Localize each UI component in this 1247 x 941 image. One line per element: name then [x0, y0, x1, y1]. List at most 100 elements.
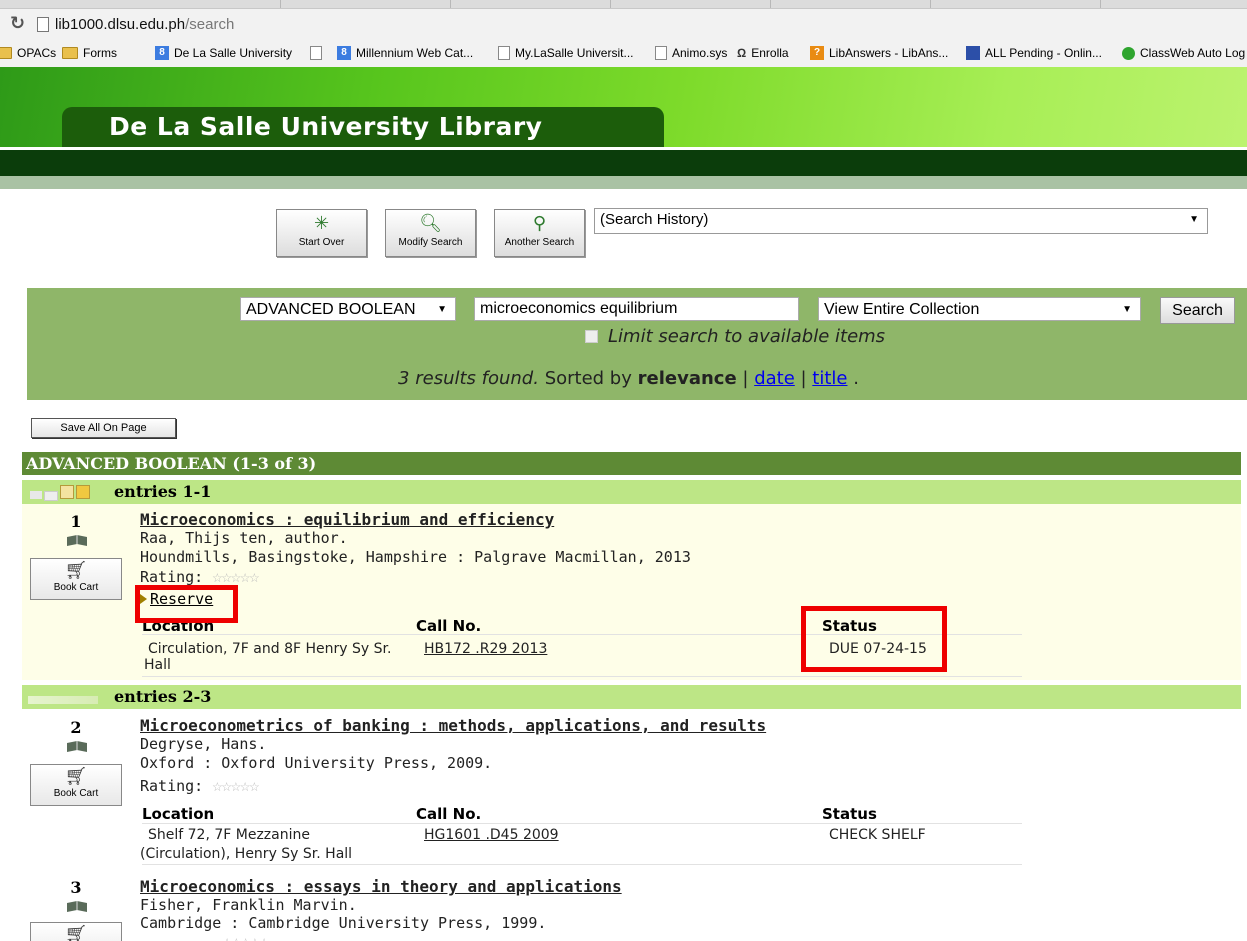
bookmark-label: LibAnswers - LibAns... — [829, 46, 949, 60]
browser-tab[interactable] — [930, 0, 1101, 8]
call-no-header: Call No. — [416, 617, 482, 635]
location-value: Circulation, 7F and 8F Henry Sy Sr. — [148, 641, 392, 657]
book-icon — [67, 535, 87, 546]
folder-icon — [0, 47, 12, 59]
app-icon — [966, 46, 980, 60]
sorted-by-label: Sorted by — [544, 368, 632, 389]
bookmark-mylasalle[interactable]: My.LaSalle Universit... — [498, 46, 633, 60]
bookmark-opacs[interactable]: OPACs — [0, 46, 56, 60]
folder-icon[interactable] — [76, 485, 90, 499]
bookmark-label: Forms — [83, 46, 117, 60]
browser-tab[interactable] — [610, 0, 771, 8]
result-title-link[interactable]: Microeconomics : equilibrium and efficie… — [140, 510, 554, 529]
page-icon — [37, 17, 49, 32]
browser-tab[interactable] — [450, 0, 611, 8]
entries-group-label: entries 2-3 — [114, 687, 212, 706]
search-query-input[interactable]: microeconomics equilibrium — [474, 297, 799, 321]
book-cart-button[interactable]: 🛒︎ Book Cart — [30, 764, 122, 806]
bookmark-classweb[interactable]: ClassWeb Auto Log — [1122, 46, 1245, 60]
bookmark-millennium[interactable]: 8 Millennium Web Cat... — [337, 46, 473, 60]
page-icon — [498, 46, 510, 60]
start-over-label: Start Over — [298, 237, 345, 248]
bookmark-label: De La Salle University — [174, 46, 293, 60]
result-number: 2 — [70, 718, 82, 737]
call-number-link[interactable]: HB172 .R29 2013 — [424, 641, 547, 657]
bookmark-animosys[interactable]: Animo.sys — [655, 46, 727, 60]
globe-icon — [1122, 46, 1135, 60]
search-history-select[interactable]: (Search History) ▼ — [594, 208, 1208, 234]
rating-stars[interactable]: ☆☆☆☆☆ — [222, 932, 269, 941]
browser-tab[interactable] — [770, 0, 931, 8]
bookmark-enrolla[interactable]: Ω Enrolla — [737, 46, 789, 60]
cart-icon: 🛒︎ — [64, 924, 88, 941]
bookmark-libanswers[interactable]: ? LibAnswers - LibAns... — [810, 46, 948, 60]
bookmark-label: ClassWeb Auto Log — [1140, 46, 1246, 60]
book-icon — [67, 741, 87, 752]
bookmark-label: My.LaSalle Universit... — [515, 46, 634, 60]
url-field[interactable]: lib1000.dlsu.edu.ph/search — [55, 16, 234, 33]
collection-scope-select[interactable]: View Entire Collection ▼ — [818, 297, 1141, 321]
result-title-link[interactable]: Microeconometrics of banking : methods, … — [140, 716, 766, 735]
result-author: Degryse, Hans. — [140, 735, 267, 753]
row-divider — [142, 676, 1022, 677]
entries-group-label: entries 1-1 — [114, 482, 212, 501]
magnifier-refresh-icon: 🔍︎ — [419, 213, 442, 234]
bookmark-label: Animo.sys — [672, 46, 728, 60]
sort-by-title-link[interactable]: title — [812, 368, 847, 389]
save-box-icon[interactable] — [60, 485, 74, 499]
bookmark-label: Millennium Web Cat... — [356, 46, 474, 60]
result-publisher: Cambridge : Cambridge University Press, … — [140, 914, 547, 932]
filler-icon — [28, 696, 98, 704]
page-icon — [655, 46, 667, 60]
sort-by-date-link[interactable]: date — [754, 368, 795, 389]
question-icon: ? — [810, 46, 824, 60]
bookmark-blank[interactable] — [310, 46, 322, 60]
book-cart-button[interactable]: 🛒︎ Book Cart — [30, 558, 122, 600]
bookmarks-bar: OPACs Forms 8 De La Salle University 8 Mil… — [0, 40, 1247, 68]
bookmark-all-pending[interactable]: ALL Pending - Onlin... — [966, 46, 1102, 60]
entries-group-bar: entries 1-1 — [22, 480, 1241, 504]
result-title-link[interactable]: Microeconomics : essays in theory and ap… — [140, 877, 622, 896]
address-bar: ↻ lib1000.dlsu.edu.ph/search — [0, 9, 1247, 40]
site-banner: De La Salle University Library — [0, 67, 1247, 147]
search-button[interactable]: Search — [1160, 297, 1235, 324]
bookmark-label: ALL Pending - Onlin... — [985, 46, 1102, 60]
rating-stars[interactable]: ☆☆☆☆☆ — [212, 567, 259, 587]
rating-label: Rating: — [140, 777, 204, 795]
book-cart-button[interactable]: 🛒︎ — [30, 922, 122, 941]
modify-search-button[interactable]: 🔍︎ Modify Search — [385, 209, 476, 257]
sort-current: relevance — [637, 368, 737, 389]
google-icon: 8 — [337, 46, 351, 60]
rating-label: Rating: — [140, 568, 204, 586]
call-no-header: Call No. — [416, 805, 482, 823]
bookmark-forms[interactable]: Forms — [62, 46, 117, 60]
site-title: De La Salle University Library — [109, 112, 543, 141]
browser-tab[interactable] — [120, 0, 281, 8]
limit-available-row: Limit search to available items — [585, 326, 885, 347]
browser-tab[interactable] — [280, 0, 451, 8]
browser-tab-strip[interactable] — [0, 0, 1247, 9]
another-search-button[interactable]: ⚲ Another Search — [494, 209, 585, 257]
rating-stars[interactable]: ☆☆☆☆☆ — [212, 776, 259, 796]
entries-group-bar: entries 2-3 — [22, 685, 1241, 709]
start-over-button[interactable]: ✳ Start Over — [276, 209, 367, 257]
banner-divider — [0, 150, 1247, 176]
save-all-button[interactable]: Save All On Page — [31, 418, 176, 438]
bookmark-dlsu[interactable]: 8 De La Salle University — [155, 46, 292, 60]
search-type-select[interactable]: ADVANCED BOOLEAN ▼ — [240, 297, 456, 321]
rating-row: ☆☆☆☆☆ — [222, 932, 269, 941]
row-divider — [142, 823, 1022, 824]
bookmark-label: Enrolla — [751, 46, 789, 60]
search-type-value: ADVANCED BOOLEAN — [246, 301, 416, 318]
location-value-cont: (Circulation), Henry Sy Sr. Hall — [140, 846, 353, 862]
dropdown-arrow-icon: ▼ — [1189, 214, 1199, 225]
rating-row: Rating: ☆☆☆☆☆ — [140, 567, 259, 587]
highlight-box-status — [801, 606, 947, 672]
rating-row: Rating: ☆☆☆☆☆ — [140, 776, 259, 796]
url-path: /search — [185, 16, 235, 33]
magnifier-icon: ⚲ — [532, 213, 547, 234]
call-number-link[interactable]: HG1601 .D45 2009 — [424, 827, 559, 843]
limit-available-checkbox[interactable] — [585, 330, 598, 343]
page-icon — [310, 46, 322, 60]
reload-icon[interactable]: ↻ — [10, 13, 25, 34]
